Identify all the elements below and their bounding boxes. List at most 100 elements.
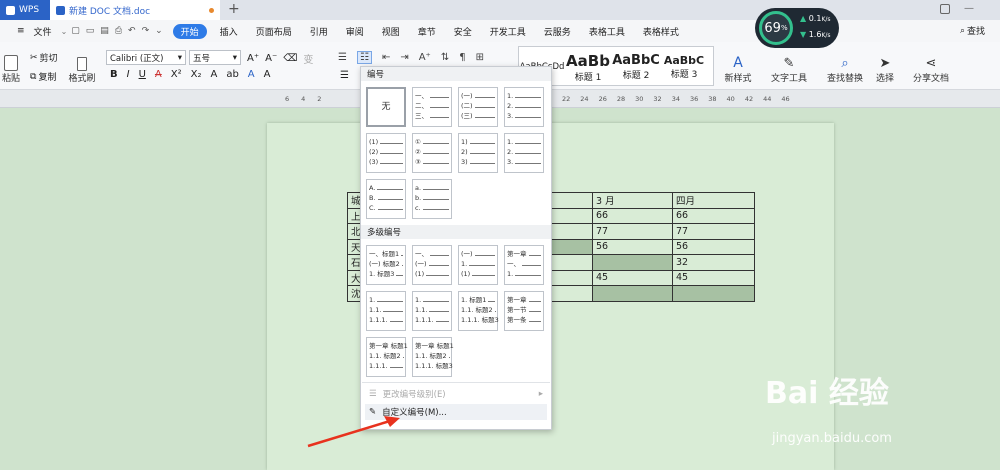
numbering-style-option[interactable]: 第一章 标题1 1.1. 标题2 1.1.1. bbox=[366, 337, 408, 377]
new-tab-icon[interactable]: + bbox=[228, 1, 240, 17]
menu-table-tools[interactable]: 表格工具 bbox=[580, 20, 634, 42]
numbering-style-option[interactable]: 一、 二、 三、 bbox=[412, 87, 452, 127]
select-button[interactable]: ➤ 选择 bbox=[870, 46, 900, 84]
numbering-style-option[interactable]: (一) (二) (三) bbox=[458, 87, 498, 127]
numbering-style-option[interactable]: 第一章 第一节 第一条 bbox=[504, 291, 544, 331]
bullet-list-icon[interactable]: ☰ bbox=[338, 52, 347, 63]
menu-review[interactable]: 审阅 bbox=[337, 20, 373, 42]
table-cell[interactable]: 45 bbox=[592, 269, 673, 286]
more-icon[interactable]: ⌄ bbox=[155, 26, 163, 36]
subscript-icon[interactable]: X₂ bbox=[191, 69, 202, 80]
numbering-style-option[interactable]: 一、 (一) (1) bbox=[412, 245, 452, 285]
text-effect-icon[interactable]: A bbox=[210, 69, 217, 80]
numbering-style-option[interactable]: 一、标题1 (一) 标题2 1. 标题3 bbox=[366, 245, 406, 285]
numbering-style-option[interactable]: 1. 2. 3. bbox=[504, 133, 544, 173]
table-cell[interactable] bbox=[672, 285, 755, 302]
style-heading-2[interactable]: AaBbC 标题 2 bbox=[611, 47, 661, 87]
numbering-none-option[interactable]: 无 bbox=[366, 87, 406, 127]
font-color-icon[interactable]: A bbox=[248, 69, 255, 80]
show-marks-icon[interactable]: ¶ bbox=[459, 52, 465, 63]
font-size-select[interactable]: 五号 ▾ bbox=[189, 50, 241, 65]
grow-font-icon[interactable]: A⁺ bbox=[247, 53, 259, 64]
chevron-down-icon[interactable]: ⌄ bbox=[61, 27, 68, 36]
char-shading-icon[interactable]: A bbox=[264, 69, 271, 80]
numbering-style-option[interactable]: A. B. C. bbox=[366, 179, 406, 219]
table-border-icon[interactable]: ⊞ bbox=[476, 52, 484, 63]
redo-icon[interactable]: ↷ bbox=[142, 26, 150, 36]
menu-table-style[interactable]: 表格样式 bbox=[634, 20, 688, 42]
numbering-style-option[interactable]: 1) 2) 3) bbox=[458, 133, 498, 173]
bold-icon[interactable]: B bbox=[110, 69, 118, 80]
decrease-indent-icon[interactable]: ⇤ bbox=[382, 52, 390, 63]
menu-view[interactable]: 视图 bbox=[373, 20, 409, 42]
table-cell[interactable]: 3 月 bbox=[592, 192, 673, 209]
italic-icon[interactable]: I bbox=[127, 69, 130, 80]
numbering-style-option[interactable]: ① ② ③ bbox=[412, 133, 452, 173]
superscript-icon[interactable]: X² bbox=[171, 69, 182, 80]
tab-wps[interactable]: WPS bbox=[0, 0, 50, 20]
numbering-style-option[interactable]: a. b. c. bbox=[412, 179, 452, 219]
strikethrough-icon[interactable]: A bbox=[155, 69, 162, 80]
numbering-style-option[interactable]: 1. 标题1 1.1. 标题2 1.1.1. 标题3 bbox=[458, 291, 499, 331]
table-cell[interactable]: 66 bbox=[672, 207, 755, 224]
table-cell[interactable]: 四月 bbox=[672, 192, 755, 209]
align-left-icon[interactable]: ☰ bbox=[340, 70, 349, 81]
menu-cloud[interactable]: 云服务 bbox=[535, 20, 580, 42]
numbering-style-option[interactable]: 1. 1.1. 1.1.1. bbox=[366, 291, 406, 331]
sort-icon[interactable]: ⇅ bbox=[441, 52, 449, 63]
chinese-layout-icon[interactable]: A⁺ bbox=[419, 52, 431, 63]
menu-insert[interactable]: 插入 bbox=[211, 20, 247, 42]
table-cell[interactable]: 45 bbox=[672, 269, 755, 286]
phonetic-icon[interactable]: 变 bbox=[303, 51, 313, 66]
table-cell[interactable] bbox=[592, 285, 673, 302]
numbering-style-option[interactable]: 1. 2. 3. bbox=[504, 87, 544, 127]
numbering-style-option[interactable]: 第一章 标题1 1.1. 标题2 1.1.1. 标题3 bbox=[412, 337, 454, 377]
table-cell[interactable] bbox=[592, 254, 673, 271]
table-cell[interactable]: 56 bbox=[672, 238, 755, 255]
highlight-icon[interactable]: ab bbox=[226, 69, 238, 80]
numbering-style-option[interactable]: (1) (2) (3) bbox=[366, 133, 406, 173]
paste-button[interactable]: 粘贴 bbox=[0, 46, 22, 84]
print-icon[interactable]: ⎙ bbox=[115, 26, 122, 36]
menu-security[interactable]: 安全 bbox=[445, 20, 481, 42]
table-cell[interactable]: 77 bbox=[592, 223, 673, 240]
new-doc-icon[interactable]: ▢ bbox=[71, 26, 80, 36]
find-replace-button[interactable]: ⌕ 查找替换 bbox=[824, 46, 866, 84]
menu-chapter[interactable]: 章节 bbox=[409, 20, 445, 42]
shrink-font-icon[interactable]: A⁻ bbox=[265, 53, 277, 64]
underline-icon[interactable]: U bbox=[139, 69, 146, 80]
numbering-style-option[interactable]: 第一章 一、 1. bbox=[504, 245, 544, 285]
style-heading-1[interactable]: AaBb 标题 1 bbox=[565, 47, 611, 87]
menu-file[interactable]: 文件 bbox=[34, 20, 61, 42]
save-icon[interactable]: ▤ bbox=[100, 26, 109, 36]
menu-dev-tools[interactable]: 开发工具 bbox=[481, 20, 535, 42]
cut-button[interactable]: ✂ 剪切 bbox=[30, 51, 58, 65]
menu-start[interactable]: 开始 bbox=[172, 23, 207, 39]
change-level-menuitem[interactable]: ☰ 更改编号级别(E) ▸ bbox=[365, 386, 547, 402]
table-cell[interactable]: 32 bbox=[672, 254, 755, 271]
new-style-button[interactable]: A 新样式 bbox=[718, 46, 758, 84]
minimize-icon[interactable]: — bbox=[964, 3, 974, 14]
numbering-style-option[interactable]: (一) 1. (1) bbox=[458, 245, 498, 285]
clear-format-icon[interactable]: ⌫ bbox=[283, 53, 297, 64]
format-painter-button[interactable]: 格式刷 bbox=[66, 46, 98, 84]
table-cell[interactable]: 66 bbox=[592, 207, 673, 224]
open-icon[interactable]: ▭ bbox=[86, 26, 95, 36]
font-name-select[interactable]: Calibri (正文) ▾ bbox=[106, 50, 186, 65]
undo-icon[interactable]: ↶ bbox=[128, 26, 136, 36]
menu-page-layout[interactable]: 页面布局 bbox=[247, 20, 301, 42]
menu-references[interactable]: 引用 bbox=[301, 20, 337, 42]
style-heading-3[interactable]: AaBbC 标题 3 bbox=[661, 47, 707, 87]
share-doc-button[interactable]: ⋖ 分享文档 bbox=[910, 46, 952, 84]
search-box[interactable]: ⌕ 查找 bbox=[960, 24, 985, 38]
table-cell[interactable]: 56 bbox=[592, 238, 673, 255]
text-tool-button[interactable]: ✎ 文字工具 bbox=[768, 46, 810, 84]
numbered-list-icon[interactable]: ☷ bbox=[356, 51, 372, 64]
numbering-style-option[interactable]: 1. 1.1. 1.1.1. bbox=[412, 291, 452, 331]
copy-button[interactable]: ⧉ 复制 bbox=[30, 70, 56, 84]
tab-document[interactable]: 新建 DOC 文档.doc bbox=[50, 0, 220, 20]
menu-hamburger-icon[interactable]: ≡ bbox=[8, 20, 34, 42]
increase-indent-icon[interactable]: ⇥ bbox=[400, 52, 408, 63]
window-icon[interactable] bbox=[940, 4, 950, 14]
table-cell[interactable]: 77 bbox=[672, 223, 755, 240]
